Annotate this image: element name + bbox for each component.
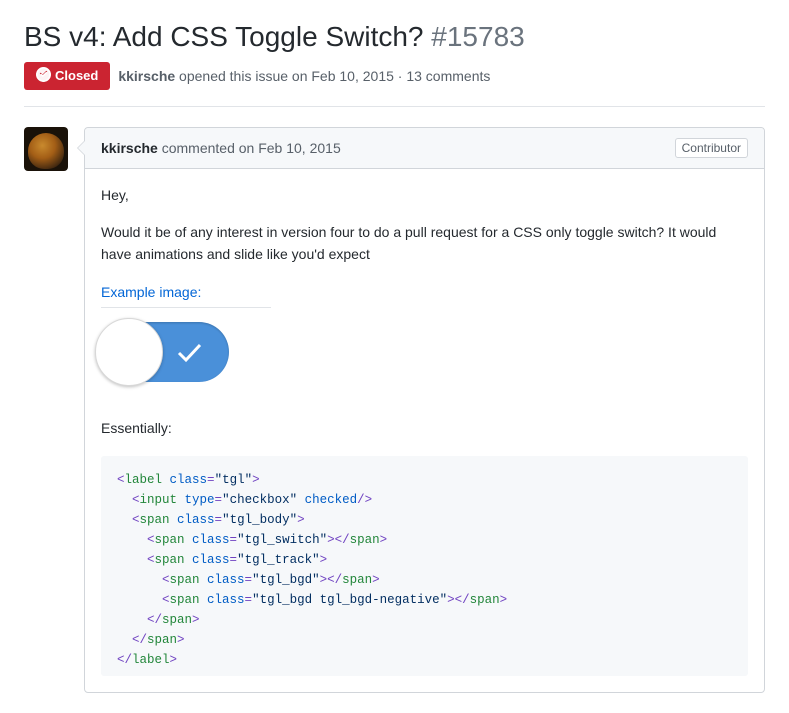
header-divider	[24, 106, 765, 107]
issue-meta-row: Closed kkirsche opened this issue on Feb…	[24, 62, 765, 90]
example-image-link[interactable]: Example image:	[101, 282, 271, 309]
comment-header: kkirsche commented on Feb 10, 2015 Contr…	[85, 128, 764, 169]
comment-p3: Essentially:	[101, 418, 748, 440]
issue-state-text: Closed	[55, 68, 98, 83]
toggle-knob	[95, 318, 163, 386]
comment-thread: kkirsche commented on Feb 10, 2015 Contr…	[24, 127, 765, 693]
issue-state-badge: Closed	[24, 62, 110, 90]
issue-opened-text: kkirsche opened this issue on Feb 10, 20…	[118, 68, 490, 84]
comment-container: kkirsche commented on Feb 10, 2015 Contr…	[84, 127, 765, 693]
code-block: <label class="tgl"> <input type="checkbo…	[101, 456, 748, 676]
toggle-switch	[101, 322, 229, 382]
issue-number: #15783	[431, 21, 524, 52]
issue-opened-suffix: opened this issue on Feb 10, 2015 · 13 c…	[175, 68, 490, 84]
comment-p1: Hey,	[101, 185, 748, 207]
comment-body: Hey, Would it be of any interest in vers…	[85, 169, 764, 692]
contributor-badge: Contributor	[675, 138, 748, 158]
issue-author-link[interactable]: kkirsche	[118, 68, 175, 84]
avatar[interactable]	[24, 127, 68, 171]
toggle-example-image	[101, 322, 748, 382]
issue-title-text: BS v4: Add CSS Toggle Switch?	[24, 21, 424, 52]
check-icon	[175, 338, 203, 366]
comment-p2: Would it be of any interest in version f…	[101, 222, 748, 265]
closed-icon	[36, 67, 51, 85]
issue-title: BS v4: Add CSS Toggle Switch? #15783	[24, 20, 765, 54]
comment-action-text: commented on Feb 10, 2015	[158, 140, 341, 156]
comment-author-link[interactable]: kkirsche	[101, 140, 158, 156]
comment-header-text: kkirsche commented on Feb 10, 2015	[101, 140, 341, 156]
